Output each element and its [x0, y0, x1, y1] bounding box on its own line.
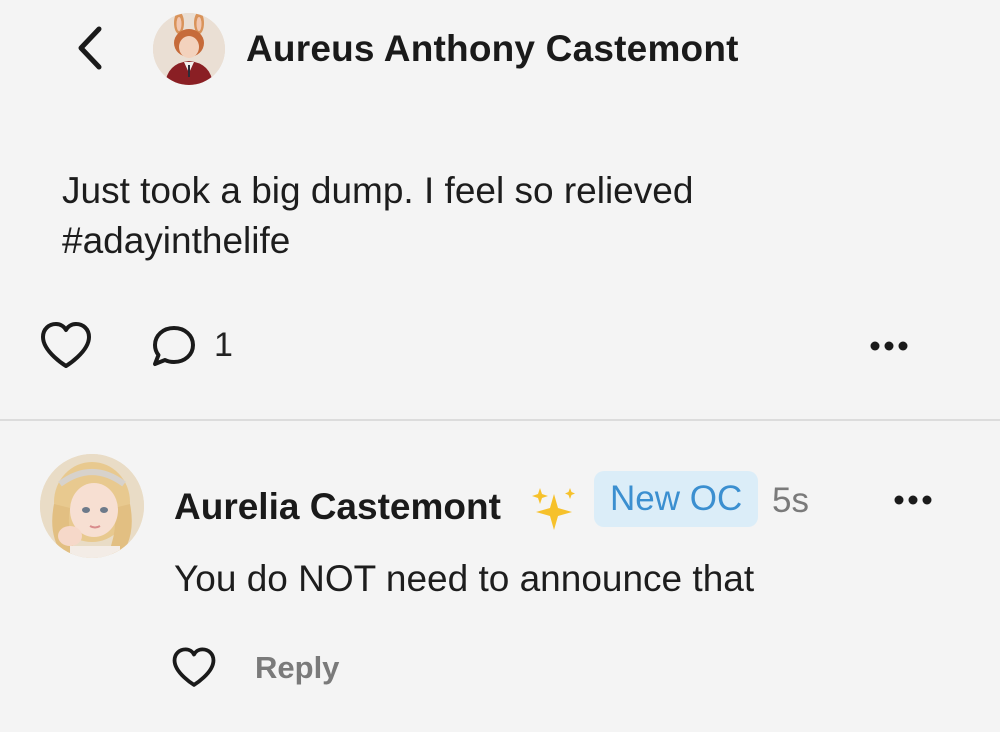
post-detail-screen: Aureus Anthony Castemont Just took a big… — [0, 0, 1000, 732]
more-horizontal-icon — [894, 495, 932, 505]
comment-timestamp: 5s — [772, 481, 809, 520]
comment-button[interactable] — [148, 322, 198, 372]
more-horizontal-icon — [870, 341, 908, 351]
like-button[interactable] — [38, 320, 94, 372]
author-avatar-image — [153, 13, 225, 85]
speech-bubble-icon — [153, 326, 195, 366]
section-divider — [0, 419, 1000, 421]
back-button[interactable] — [66, 24, 114, 72]
commenter-avatar-image — [40, 454, 144, 558]
author-avatar[interactable] — [153, 13, 225, 85]
comment-more-button[interactable] — [888, 480, 938, 520]
comment-count: 1 — [214, 326, 233, 364]
heart-outline-icon — [41, 322, 91, 368]
new-oc-badge: New OC — [594, 471, 759, 527]
sparkles-emoji — [528, 486, 578, 532]
commenter-name[interactable]: Aurelia Castemont — [174, 486, 501, 528]
post-body: Just took a big dump. I feel so relieved… — [62, 166, 942, 266]
post-hashtag[interactable]: #adayinthelife — [62, 216, 942, 266]
post-more-button[interactable] — [864, 326, 914, 366]
chevron-left-icon — [78, 26, 102, 70]
comment-text: You do NOT need to announce that — [174, 558, 755, 599]
post-text-line: Just took a big dump. I feel so relieved — [62, 170, 694, 211]
post-author-name[interactable]: Aureus Anthony Castemont — [246, 28, 739, 70]
heart-outline-icon — [172, 647, 216, 687]
comment-like-button[interactable] — [170, 646, 218, 690]
reply-button[interactable]: Reply — [255, 650, 339, 686]
commenter-avatar[interactable] — [40, 454, 144, 558]
